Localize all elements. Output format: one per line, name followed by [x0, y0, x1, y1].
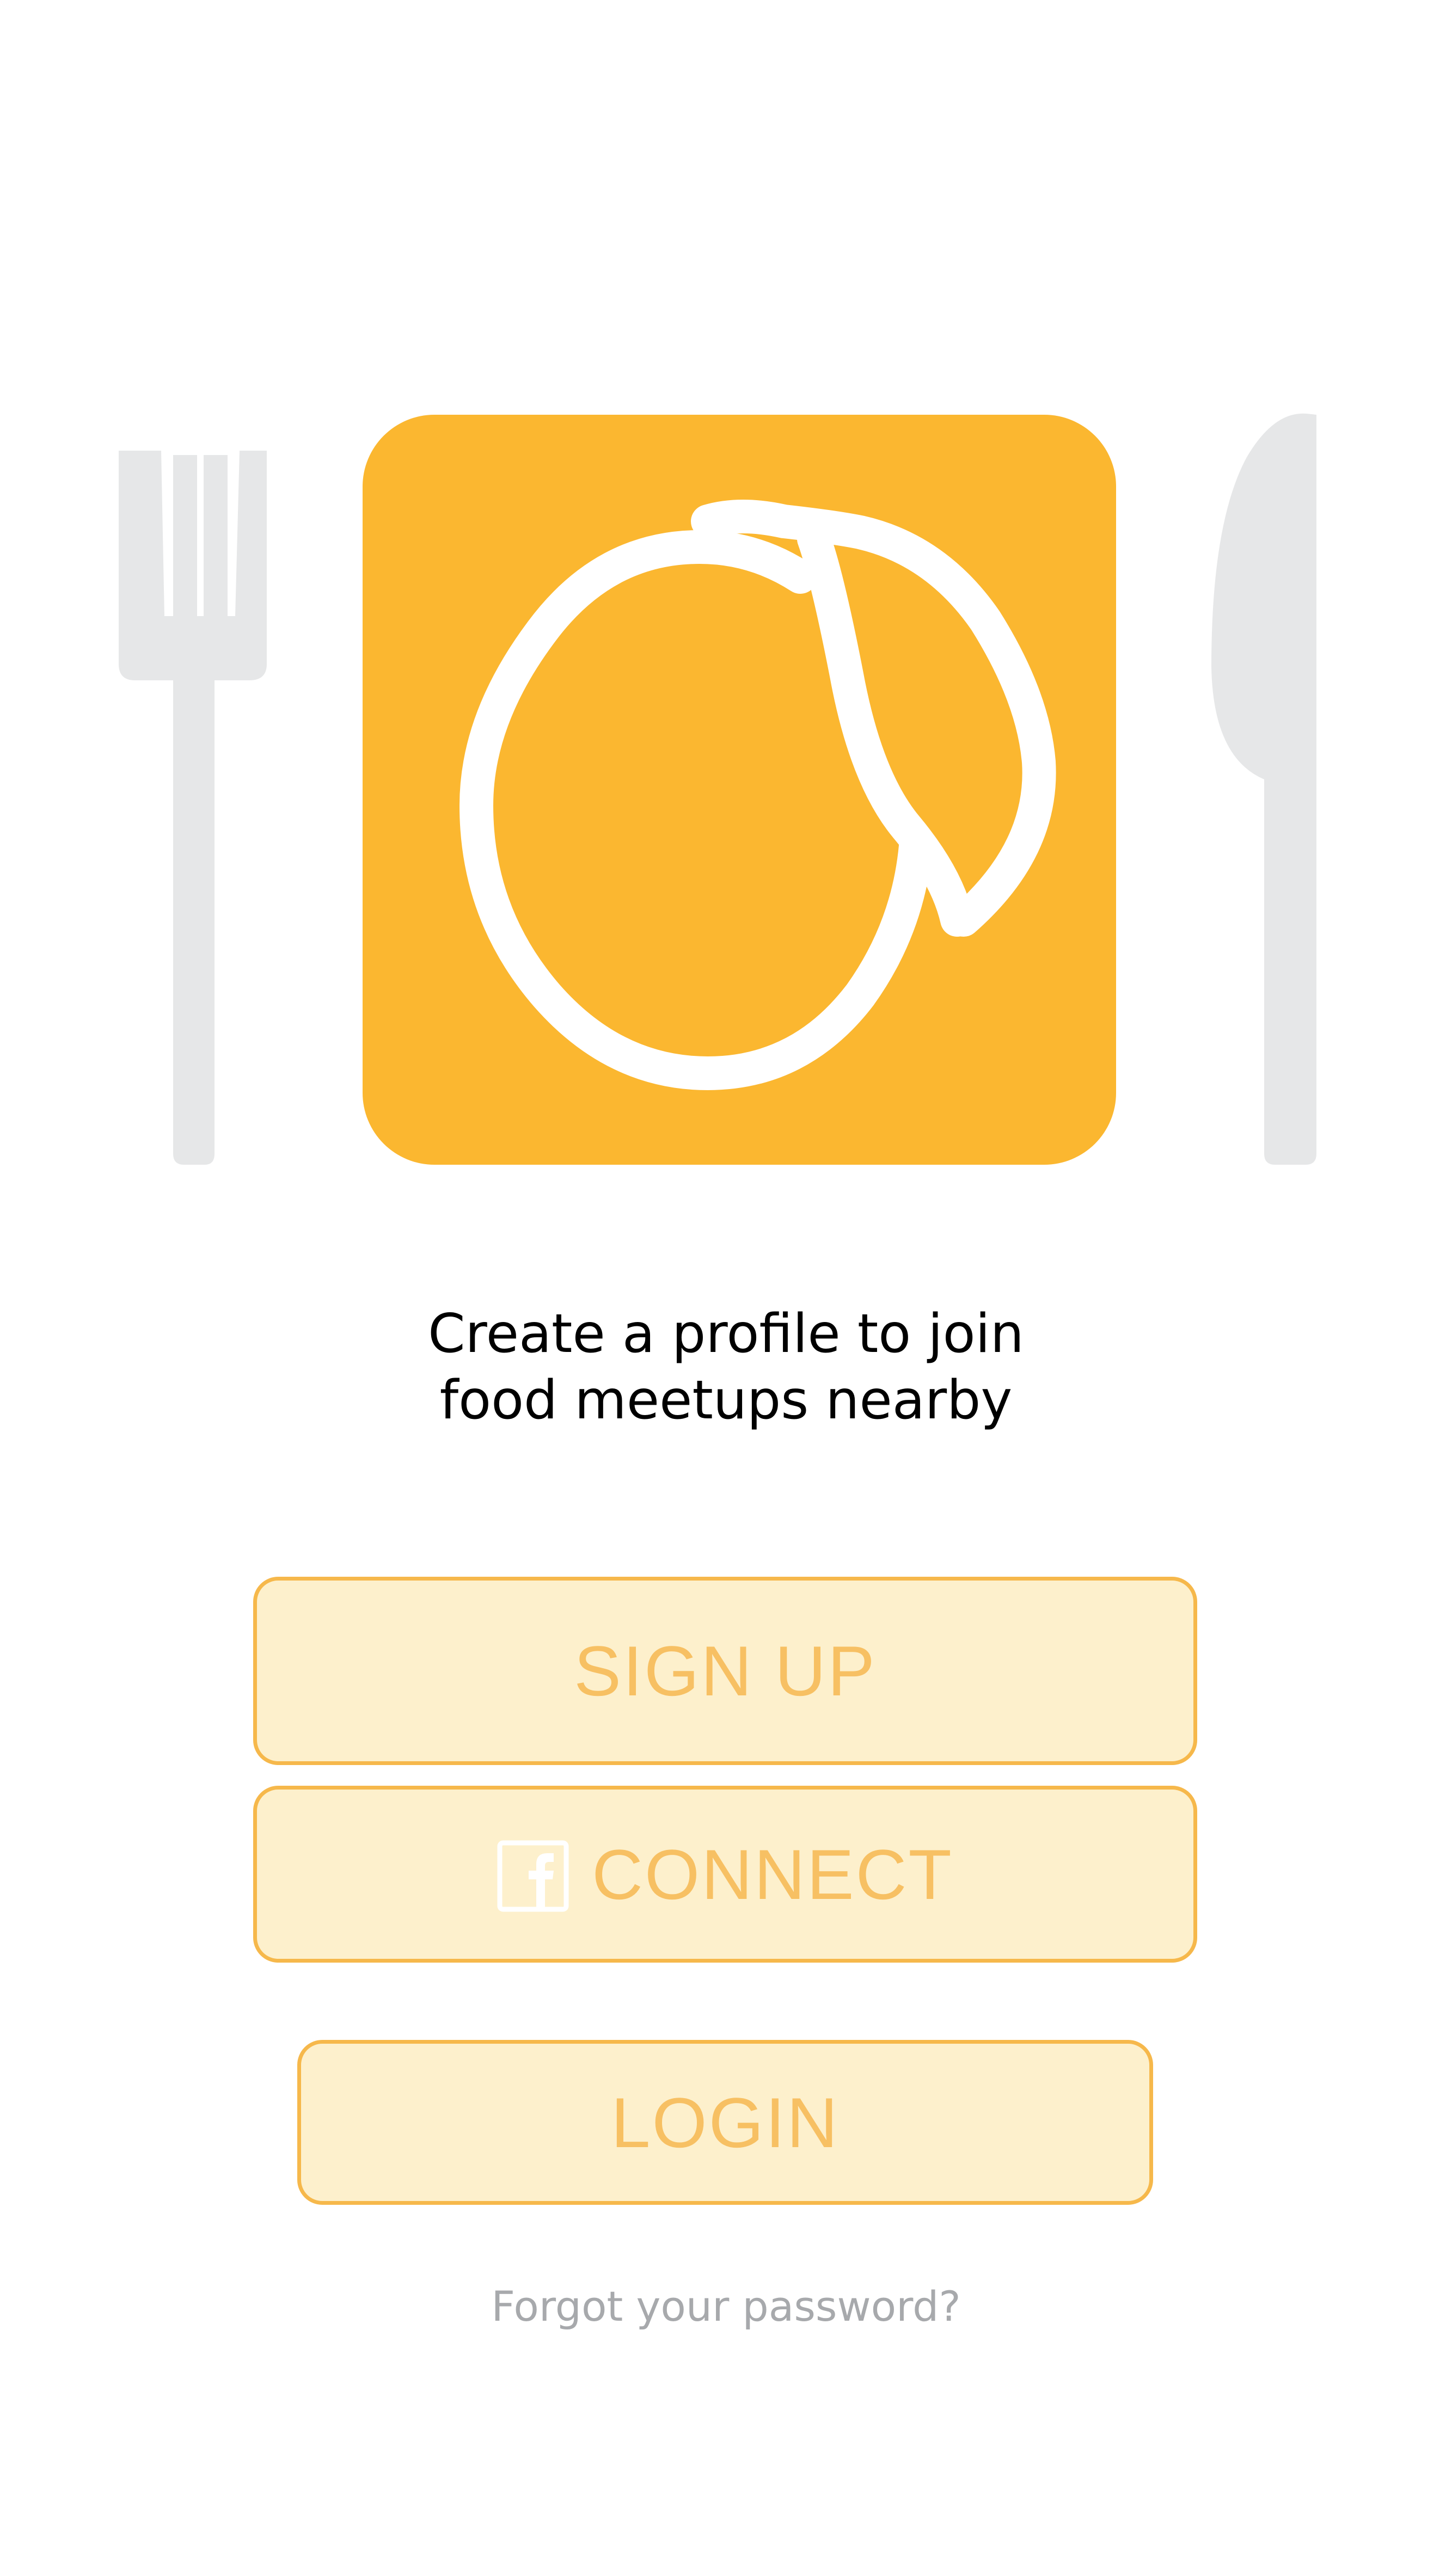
intro-line-1: Create a profile to join: [428, 1303, 1024, 1365]
intro-text: Create a profile to join food meetups ne…: [0, 1301, 1452, 1434]
plate-illustration: [0, 0, 1452, 1197]
login-label: LOGIN: [611, 2082, 840, 2162]
login-button[interactable]: LOGIN: [297, 2040, 1153, 2205]
mango-logo: [363, 415, 1116, 1165]
knife-icon: [1211, 413, 1316, 1165]
facebook-connect-button[interactable]: CONNECT: [253, 1786, 1197, 1963]
sign-up-button[interactable]: SIGN UP: [253, 1577, 1197, 1765]
sign-up-label: SIGN UP: [574, 1631, 877, 1711]
connect-label: CONNECT: [592, 1834, 953, 1914]
facebook-icon: [497, 1840, 569, 1912]
fork-icon: [119, 451, 267, 1165]
intro-line-2: food meetups nearby: [439, 1369, 1013, 1431]
forgot-password-link[interactable]: Forgot your password?: [0, 2282, 1452, 2331]
